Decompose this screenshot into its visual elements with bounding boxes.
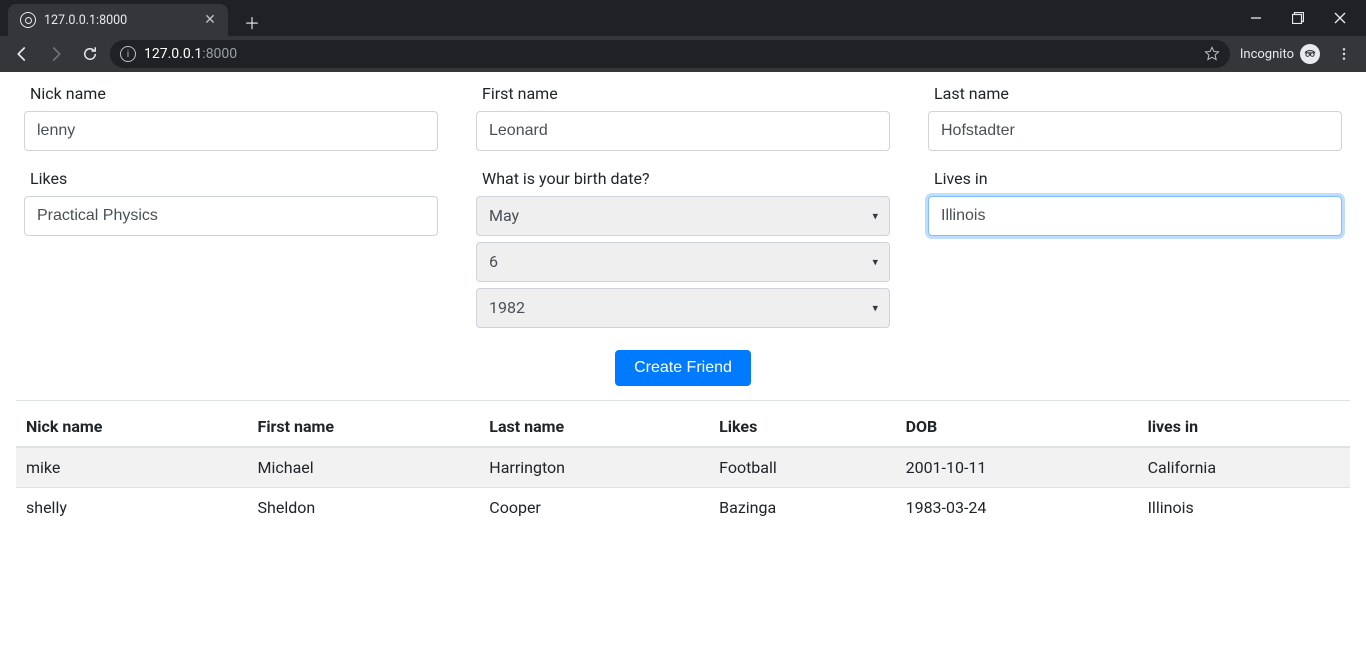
bookmark-star-icon[interactable] bbox=[1204, 46, 1220, 62]
table-row: mike Michael Harrington Football 2001-10… bbox=[16, 447, 1350, 488]
cell-first: Michael bbox=[248, 447, 480, 488]
submit-row: Create Friend bbox=[16, 350, 1350, 386]
browser-toolbar: i 127.0.0.1:8000 Incognito bbox=[0, 36, 1366, 72]
field-firstname: First name bbox=[468, 84, 898, 167]
tab-title: 127.0.0.1:8000 bbox=[44, 13, 194, 28]
globe-icon bbox=[20, 12, 36, 28]
lastname-label: Last name bbox=[928, 84, 1342, 103]
create-friend-button[interactable]: Create Friend bbox=[615, 350, 751, 386]
browser-chrome: 127.0.0.1:8000 ✕ ＋ i 12 bbox=[0, 0, 1366, 72]
cell-last: Cooper bbox=[479, 488, 709, 528]
window-controls bbox=[1244, 0, 1360, 36]
field-nickname: Nick name bbox=[16, 84, 446, 167]
url-text: 127.0.0.1:8000 bbox=[144, 46, 237, 62]
cell-livesin: Illinois bbox=[1138, 488, 1350, 528]
nickname-label: Nick name bbox=[24, 84, 438, 103]
browser-tab[interactable]: 127.0.0.1:8000 ✕ bbox=[8, 4, 228, 36]
divider bbox=[16, 400, 1350, 401]
cell-livesin: California bbox=[1138, 447, 1350, 488]
close-window-icon[interactable] bbox=[1328, 6, 1352, 30]
likes-input[interactable] bbox=[24, 196, 438, 236]
reload-icon[interactable] bbox=[76, 40, 104, 68]
field-birthdate: What is your birth date? May 6 1982 bbox=[468, 169, 898, 344]
col-nick: Nick name bbox=[16, 407, 248, 447]
firstname-input[interactable] bbox=[476, 111, 890, 151]
forward-icon[interactable] bbox=[42, 40, 70, 68]
col-last: Last name bbox=[479, 407, 709, 447]
form-row-2: Likes What is your birth date? May 6 198… bbox=[16, 169, 1350, 344]
new-tab-button[interactable]: ＋ bbox=[238, 8, 266, 36]
col-first: First name bbox=[248, 407, 480, 447]
livesin-input[interactable] bbox=[928, 196, 1342, 236]
page-content: Nick name First name Last name Likes Wha… bbox=[0, 72, 1366, 539]
cell-last: Harrington bbox=[479, 447, 709, 488]
maximize-icon[interactable] bbox=[1286, 6, 1310, 30]
birthdate-label: What is your birth date? bbox=[476, 169, 890, 188]
birthdate-year-select[interactable]: 1982 bbox=[476, 288, 890, 328]
col-dob: DOB bbox=[896, 407, 1138, 447]
nickname-input[interactable] bbox=[24, 111, 438, 151]
livesin-label: Lives in bbox=[928, 169, 1342, 188]
firstname-label: First name bbox=[476, 84, 890, 103]
cell-dob: 1983-03-24 bbox=[896, 488, 1138, 528]
menu-icon[interactable] bbox=[1330, 40, 1358, 68]
address-bar[interactable]: i 127.0.0.1:8000 bbox=[110, 40, 1230, 68]
cell-nick: mike bbox=[16, 447, 248, 488]
cell-nick: shelly bbox=[16, 488, 248, 528]
cell-first: Sheldon bbox=[248, 488, 480, 528]
col-likes: Likes bbox=[709, 407, 895, 447]
site-info-icon[interactable]: i bbox=[120, 46, 136, 62]
birthdate-month-select[interactable]: May bbox=[476, 196, 890, 236]
likes-label: Likes bbox=[24, 169, 438, 188]
close-tab-icon[interactable]: ✕ bbox=[202, 12, 218, 28]
field-likes: Likes bbox=[16, 169, 446, 344]
back-icon[interactable] bbox=[8, 40, 36, 68]
cell-likes: Football bbox=[709, 447, 895, 488]
form-row-1: Nick name First name Last name bbox=[16, 84, 1350, 167]
friends-table: Nick name First name Last name Likes DOB… bbox=[16, 407, 1350, 527]
minimize-icon[interactable] bbox=[1244, 6, 1268, 30]
cell-likes: Bazinga bbox=[709, 488, 895, 528]
table-row: shelly Sheldon Cooper Bazinga 1983-03-24… bbox=[16, 488, 1350, 528]
field-livesin: Lives in bbox=[920, 169, 1350, 344]
tab-strip: 127.0.0.1:8000 ✕ ＋ bbox=[0, 0, 1366, 36]
col-livesin: lives in bbox=[1138, 407, 1350, 447]
lastname-input[interactable] bbox=[928, 111, 1342, 151]
table-header-row: Nick name First name Last name Likes DOB… bbox=[16, 407, 1350, 447]
birthdate-day-select[interactable]: 6 bbox=[476, 242, 890, 282]
incognito-indicator: Incognito bbox=[1236, 44, 1324, 64]
cell-dob: 2001-10-11 bbox=[896, 447, 1138, 488]
field-lastname: Last name bbox=[920, 84, 1350, 167]
incognito-icon bbox=[1300, 44, 1320, 64]
incognito-label: Incognito bbox=[1240, 47, 1294, 62]
